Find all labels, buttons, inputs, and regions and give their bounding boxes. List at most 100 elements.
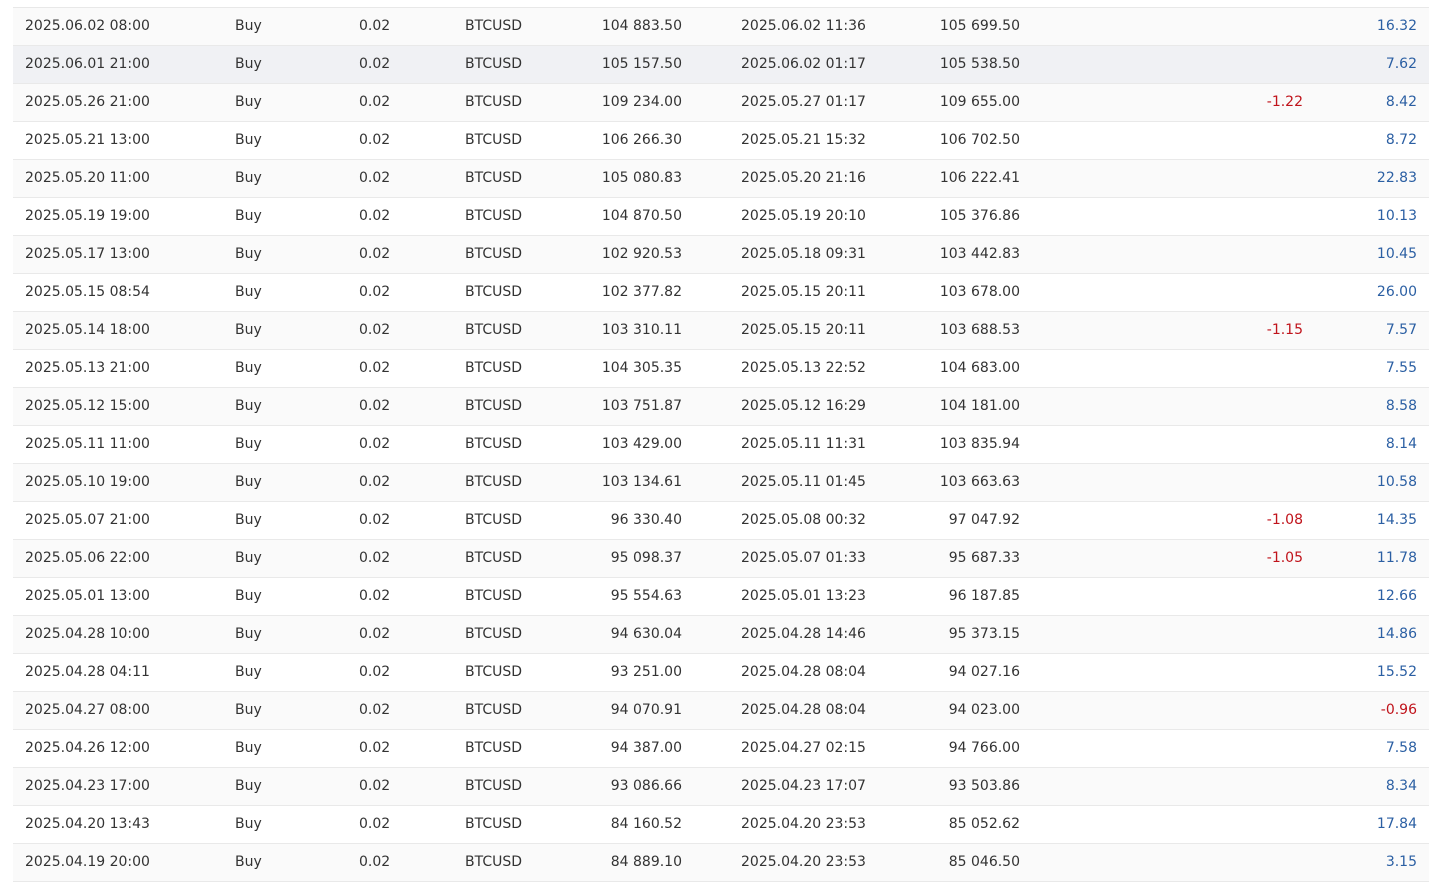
table-row[interactable]: 2025.04.28 04:11 Buy 0.02 BTCUSD 93 251.… [13,654,1429,692]
table-row[interactable]: 2025.04.26 12:00 Buy 0.02 BTCUSD 94 387.… [13,730,1429,768]
trade-type-cell: Buy [235,170,262,186]
table-row[interactable]: 2025.04.19 20:00 Buy 0.02 BTCUSD 84 889.… [13,844,1429,882]
close-price-cell: 106 702.50 [939,132,1020,148]
trade-type-cell: Buy [235,132,262,148]
close-price-cell: 105 538.50 [939,56,1020,72]
table-row[interactable]: 2025.05.15 08:54 Buy 0.02 BTCUSD 102 377… [13,274,1429,312]
profit-cell: 7.62 [1385,56,1417,72]
open-time-cell: 2025.05.12 15:00 [25,398,150,414]
close-time-cell: 2025.04.28 14:46 [741,626,866,642]
close-price-cell: 103 678.00 [939,284,1020,300]
close-time-cell: 2025.05.18 09:31 [741,246,866,262]
symbol-cell: BTCUSD [465,246,523,262]
symbol-cell: BTCUSD [465,94,523,110]
trade-type-cell: Buy [235,702,262,718]
close-price-cell: 85 046.50 [948,854,1020,870]
volume-cell: 0.02 [359,550,391,566]
volume-cell: 0.02 [359,94,391,110]
symbol-cell: BTCUSD [465,664,523,680]
symbol-cell: BTCUSD [465,132,523,148]
close-time-cell: 2025.05.21 15:32 [741,132,866,148]
volume-cell: 0.02 [359,664,391,680]
open-time-cell: 2025.04.20 13:43 [25,816,150,832]
trade-history-table: 2025.06.02 08:00 Buy 0.02 BTCUSD 104 883… [13,7,1429,882]
table-row[interactable]: 2025.04.23 17:00 Buy 0.02 BTCUSD 93 086.… [13,768,1429,806]
table-row[interactable]: 2025.05.06 22:00 Buy 0.02 BTCUSD 95 098.… [13,540,1429,578]
open-time-cell: 2025.05.20 11:00 [25,170,150,186]
profit-cell: 15.52 [1376,664,1417,680]
profit-cell: -0.96 [1380,702,1417,718]
symbol-cell: BTCUSD [465,208,523,224]
symbol-cell: BTCUSD [465,284,523,300]
table-row[interactable]: 2025.06.02 08:00 Buy 0.02 BTCUSD 104 883… [13,8,1429,46]
trade-type-cell: Buy [235,550,262,566]
volume-cell: 0.02 [359,702,391,718]
open-price-cell: 95 098.37 [610,550,682,566]
table-row[interactable]: 2025.05.01 13:00 Buy 0.02 BTCUSD 95 554.… [13,578,1429,616]
open-time-cell: 2025.04.19 20:00 [25,854,150,870]
table-row[interactable]: 2025.05.14 18:00 Buy 0.02 BTCUSD 103 310… [13,312,1429,350]
trade-type-cell: Buy [235,436,262,452]
trade-type-cell: Buy [235,322,262,338]
open-time-cell: 2025.05.06 22:00 [25,550,150,566]
open-price-cell: 93 251.00 [610,664,682,680]
table-row[interactable]: 2025.05.12 15:00 Buy 0.02 BTCUSD 103 751… [13,388,1429,426]
close-time-cell: 2025.06.02 01:17 [741,56,866,72]
trade-type-cell: Buy [235,740,262,756]
commission-cell: -1.05 [1266,550,1303,566]
open-time-cell: 2025.05.21 13:00 [25,132,150,148]
symbol-cell: BTCUSD [465,816,523,832]
volume-cell: 0.02 [359,246,391,262]
volume-cell: 0.02 [359,474,391,490]
open-price-cell: 96 330.40 [610,512,682,528]
profit-cell: 7.55 [1385,360,1417,376]
table-row[interactable]: 2025.05.17 13:00 Buy 0.02 BTCUSD 102 920… [13,236,1429,274]
volume-cell: 0.02 [359,512,391,528]
volume-cell: 0.02 [359,284,391,300]
close-time-cell: 2025.04.23 17:07 [741,778,866,794]
table-row[interactable]: 2025.05.19 19:00 Buy 0.02 BTCUSD 104 870… [13,198,1429,236]
symbol-cell: BTCUSD [465,170,523,186]
table-row[interactable]: 2025.04.20 13:43 Buy 0.02 BTCUSD 84 160.… [13,806,1429,844]
table-row[interactable]: 2025.05.21 13:00 Buy 0.02 BTCUSD 106 266… [13,122,1429,160]
symbol-cell: BTCUSD [465,474,523,490]
close-time-cell: 2025.04.28 08:04 [741,702,866,718]
close-price-cell: 103 442.83 [939,246,1020,262]
volume-cell: 0.02 [359,208,391,224]
profit-cell: 17.84 [1376,816,1417,832]
table-row[interactable]: 2025.05.26 21:00 Buy 0.02 BTCUSD 109 234… [13,84,1429,122]
symbol-cell: BTCUSD [465,18,523,34]
volume-cell: 0.02 [359,588,391,604]
table-row[interactable]: 2025.04.27 08:00 Buy 0.02 BTCUSD 94 070.… [13,692,1429,730]
open-price-cell: 104 883.50 [601,18,682,34]
trade-type-cell: Buy [235,284,262,300]
table-row[interactable]: 2025.04.28 10:00 Buy 0.02 BTCUSD 94 630.… [13,616,1429,654]
open-price-cell: 94 070.91 [610,702,682,718]
table-row[interactable]: 2025.05.13 21:00 Buy 0.02 BTCUSD 104 305… [13,350,1429,388]
volume-cell: 0.02 [359,18,391,34]
close-price-cell: 104 683.00 [939,360,1020,376]
table-row[interactable]: 2025.05.10 19:00 Buy 0.02 BTCUSD 103 134… [13,464,1429,502]
table-row[interactable]: 2025.06.01 21:00 Buy 0.02 BTCUSD 105 157… [13,46,1429,84]
open-time-cell: 2025.06.02 08:00 [25,18,150,34]
profit-cell: 3.15 [1385,854,1417,870]
open-price-cell: 105 080.83 [601,170,682,186]
open-time-cell: 2025.05.15 08:54 [25,284,150,300]
close-time-cell: 2025.05.19 20:10 [741,208,866,224]
table-row[interactable]: 2025.05.11 11:00 Buy 0.02 BTCUSD 103 429… [13,426,1429,464]
open-time-cell: 2025.04.28 10:00 [25,626,150,642]
open-price-cell: 103 429.00 [601,436,682,452]
profit-cell: 8.14 [1385,436,1417,452]
profit-cell: 12.66 [1376,588,1417,604]
symbol-cell: BTCUSD [465,626,523,642]
close-time-cell: 2025.04.20 23:53 [741,854,866,870]
close-price-cell: 109 655.00 [939,94,1020,110]
trade-type-cell: Buy [235,360,262,376]
table-row[interactable]: 2025.05.20 11:00 Buy 0.02 BTCUSD 105 080… [13,160,1429,198]
open-time-cell: 2025.05.01 13:00 [25,588,150,604]
open-time-cell: 2025.04.26 12:00 [25,740,150,756]
close-price-cell: 103 663.63 [939,474,1020,490]
commission-cell: -1.22 [1266,94,1303,110]
close-price-cell: 105 376.86 [939,208,1020,224]
table-row[interactable]: 2025.05.07 21:00 Buy 0.02 BTCUSD 96 330.… [13,502,1429,540]
